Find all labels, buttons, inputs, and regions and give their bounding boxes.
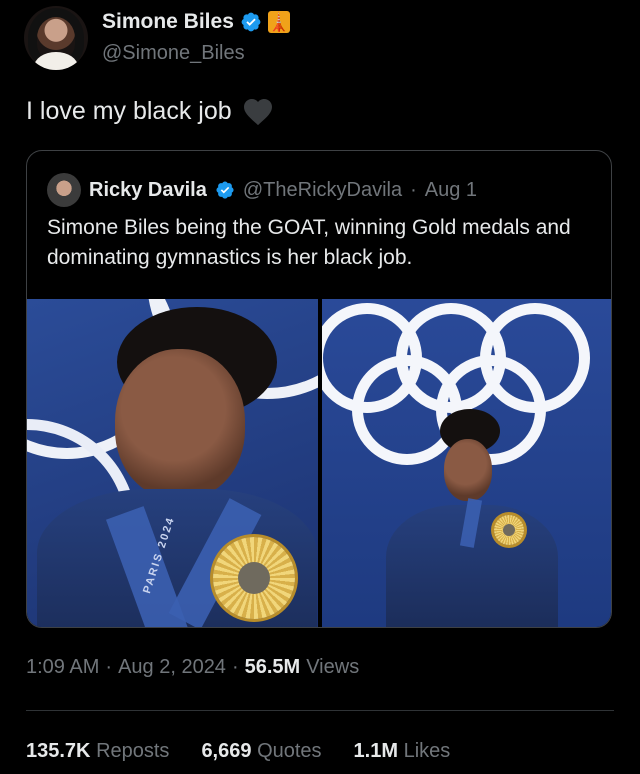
quotes-stat[interactable]: 6,669 Quotes xyxy=(201,740,321,763)
likes-count: 1.1M xyxy=(353,740,399,762)
views-label: Views xyxy=(306,656,360,678)
meta-separator: · xyxy=(231,656,239,678)
tweet-text: I love my black job xyxy=(26,96,274,126)
author-handle[interactable]: @Simone_Biles xyxy=(102,42,245,65)
reposts-label: Reposts xyxy=(96,740,170,762)
tweet-time[interactable]: 1:09 AM xyxy=(26,656,99,679)
quoted-separator: · xyxy=(410,178,417,201)
quoted-author-handle[interactable]: @TheRickyDavila xyxy=(243,179,402,202)
quoted-tweet-card[interactable]: Ricky Davila @TheRickyDavila · Aug 1 Sim… xyxy=(26,150,612,628)
tweet-body: I love my black job xyxy=(26,96,232,125)
quoted-photo-grid: PARIS 2024 xyxy=(27,299,611,627)
likes-label: Likes xyxy=(403,740,451,762)
verified-badge-icon xyxy=(241,12,261,32)
engagement-stats: 135.7K Reposts 6,669 Quotes 1.1M Likes xyxy=(26,740,450,763)
black-heart-icon xyxy=(243,99,272,126)
quoted-tweet-header: Ricky Davila @TheRickyDavila · Aug 1 xyxy=(47,173,477,207)
reposts-stat[interactable]: 135.7K Reposts xyxy=(26,740,169,763)
quoted-date[interactable]: Aug 1 xyxy=(425,179,477,202)
likes-stat[interactable]: 1.1M Likes xyxy=(354,740,451,763)
tokyo-tower-emoji-icon: 🗼 xyxy=(267,11,291,33)
author-name[interactable]: Simone Biles xyxy=(102,10,234,34)
quoted-author-avatar[interactable] xyxy=(47,173,81,207)
reposts-count: 135.7K xyxy=(26,740,91,762)
tweet-header: Simone Biles 🗼 @Simone_Biles xyxy=(24,6,616,70)
tweet-date[interactable]: Aug 2, 2024 xyxy=(118,656,226,679)
divider xyxy=(26,710,614,711)
meta-separator: · xyxy=(105,656,113,678)
views-count: 56.5M xyxy=(244,656,301,678)
quotes-label: Quotes xyxy=(257,740,322,762)
quoted-author-name[interactable]: Ricky Davila xyxy=(89,179,207,202)
quoted-tweet-text: Simone Biles being the GOAT, winning Gol… xyxy=(47,216,571,269)
quotes-count: 6,669 xyxy=(201,740,252,762)
photo-kissing-medal[interactable]: PARIS 2024 xyxy=(27,299,318,627)
photo-holding-medal[interactable] xyxy=(322,299,611,627)
verified-badge-icon xyxy=(216,181,234,199)
tweet-meta: 1:09 AM · Aug 2, 2024 · 56.5M Views xyxy=(26,656,359,679)
author-name-row: Simone Biles 🗼 xyxy=(102,10,290,34)
author-avatar[interactable] xyxy=(24,6,88,70)
